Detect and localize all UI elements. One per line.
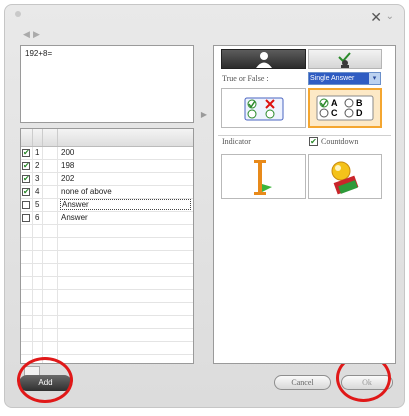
answers-table-header [21,129,193,147]
person-icon [255,52,272,68]
chevron-down-icon[interactable]: ▾ [369,73,380,84]
answer-checkbox[interactable]: ✔ [22,188,30,196]
answer-text[interactable]: Answer [61,213,88,222]
answer-text[interactable]: none of above [61,187,112,196]
empty-row [21,329,193,342]
answer-text[interactable]: 198 [61,161,74,170]
answers-table: ✔ 1 200 ✔ 2 198 ✔ 3 202 ✔ 4 none of above 5 Answer 6 An… [20,128,194,364]
single-answer-option[interactable]: A B C D [308,88,382,128]
answer-checkbox[interactable]: ✔ [22,162,30,170]
answer-number: 2 [35,161,40,170]
answer-checkbox[interactable]: ✔ [22,149,30,157]
option-b-label: B [356,98,363,108]
answer-text[interactable]: 200 [61,148,74,157]
option-c-label: C [331,108,338,118]
answer-text-input[interactable]: Answer [60,199,191,210]
answer-number: 3 [35,174,40,183]
close-icon[interactable]: ✕ [370,10,382,24]
question-text: 192+8= [25,49,53,58]
collapse-icon[interactable]: ⌄ [386,11,394,22]
question-type-label: True or False : [222,74,269,83]
answer-row[interactable]: 6 Answer [21,212,193,225]
empty-row [21,251,193,264]
empty-row [21,316,193,329]
tab-presenter[interactable] [221,49,306,69]
answer-row[interactable]: ✔ 1 200 [21,147,193,160]
question-text-field[interactable]: 192+8= [20,45,194,123]
answer-number: 1 [35,148,40,157]
empty-row [21,238,193,251]
tab-answer-check[interactable] [308,49,382,69]
empty-row [21,290,193,303]
answer-number: 6 [35,213,40,222]
check-person-icon [338,52,351,68]
prev-question-icon[interactable]: ◀ [23,29,30,40]
true-false-option[interactable] [221,88,306,128]
answer-text[interactable]: 202 [61,174,74,183]
indicator-option[interactable] [221,154,306,199]
answer-checkbox[interactable] [22,214,30,222]
true-false-icon [244,97,284,121]
empty-row [21,225,193,238]
window-dot-icon [15,11,21,17]
next-question-icon[interactable]: ▶ [33,29,40,40]
indicator-label: Indicator [222,137,251,146]
highlight-circle-add [17,357,73,403]
countdown-label: Countdown [321,137,359,146]
option-d-label: D [356,108,363,118]
answer-row[interactable]: ✔ 3 202 [21,173,193,186]
answer-type-value: Single Answer [310,75,355,82]
answer-type-select[interactable]: Single Answer ▾ [308,72,381,85]
answer-row[interactable]: ✔ 2 198 [21,160,193,173]
single-answer-icon: A B C D [316,95,374,121]
empty-row [21,303,193,316]
empty-row [21,277,193,290]
empty-row [21,342,193,355]
indicator-flag-icon [254,160,272,195]
panel-splitter-icon[interactable]: ▶ [197,100,211,130]
answer-number: 4 [35,187,40,196]
option-a-label: A [331,98,338,108]
cancel-button[interactable]: Cancel [274,375,331,390]
answer-checkbox[interactable]: ✔ [22,175,30,183]
settings-divider [218,135,391,136]
empty-row [21,264,193,277]
countdown-timer-icon [331,161,359,195]
settings-panel: True or False : Single Answer ▾ A B C D [213,45,396,364]
answer-checkbox[interactable] [22,201,30,209]
answer-row[interactable]: 5 Answer [21,199,193,212]
answer-number: 5 [35,200,40,209]
answer-row[interactable]: ✔ 4 none of above [21,186,193,199]
countdown-option[interactable] [308,154,382,199]
countdown-checkbox[interactable]: ✔ [309,137,318,146]
